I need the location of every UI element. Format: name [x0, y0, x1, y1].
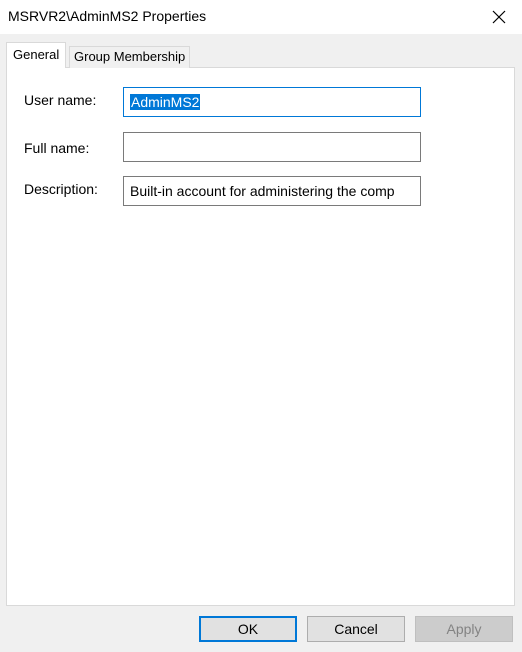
description-input[interactable]: Built-in account for administering the c…: [123, 176, 421, 206]
close-icon: [492, 10, 506, 24]
user-name-label: User name:: [24, 92, 97, 108]
user-name-input[interactable]: AdminMS2: [123, 87, 421, 117]
tab-general[interactable]: General: [6, 42, 67, 68]
cancel-button[interactable]: Cancel: [307, 616, 405, 642]
description-label: Description:: [24, 181, 98, 197]
full-name-label: Full name:: [24, 140, 90, 156]
close-button[interactable]: [476, 0, 522, 34]
title-bar: MSRVR2\AdminMS2 Properties: [0, 0, 522, 34]
general-tab-panel: User name: AdminMS2 Full name: Descripti…: [6, 67, 515, 606]
apply-button: Apply: [415, 616, 513, 642]
full-name-input[interactable]: [123, 132, 421, 162]
properties-dialog: MSRVR2\AdminMS2 Properties General Group…: [0, 0, 522, 652]
user-name-value: AdminMS2: [130, 94, 201, 110]
tab-group-membership[interactable]: Group Membership: [69, 46, 191, 68]
ok-button[interactable]: OK: [199, 616, 297, 642]
window-title: MSRVR2\AdminMS2 Properties: [8, 8, 207, 24]
